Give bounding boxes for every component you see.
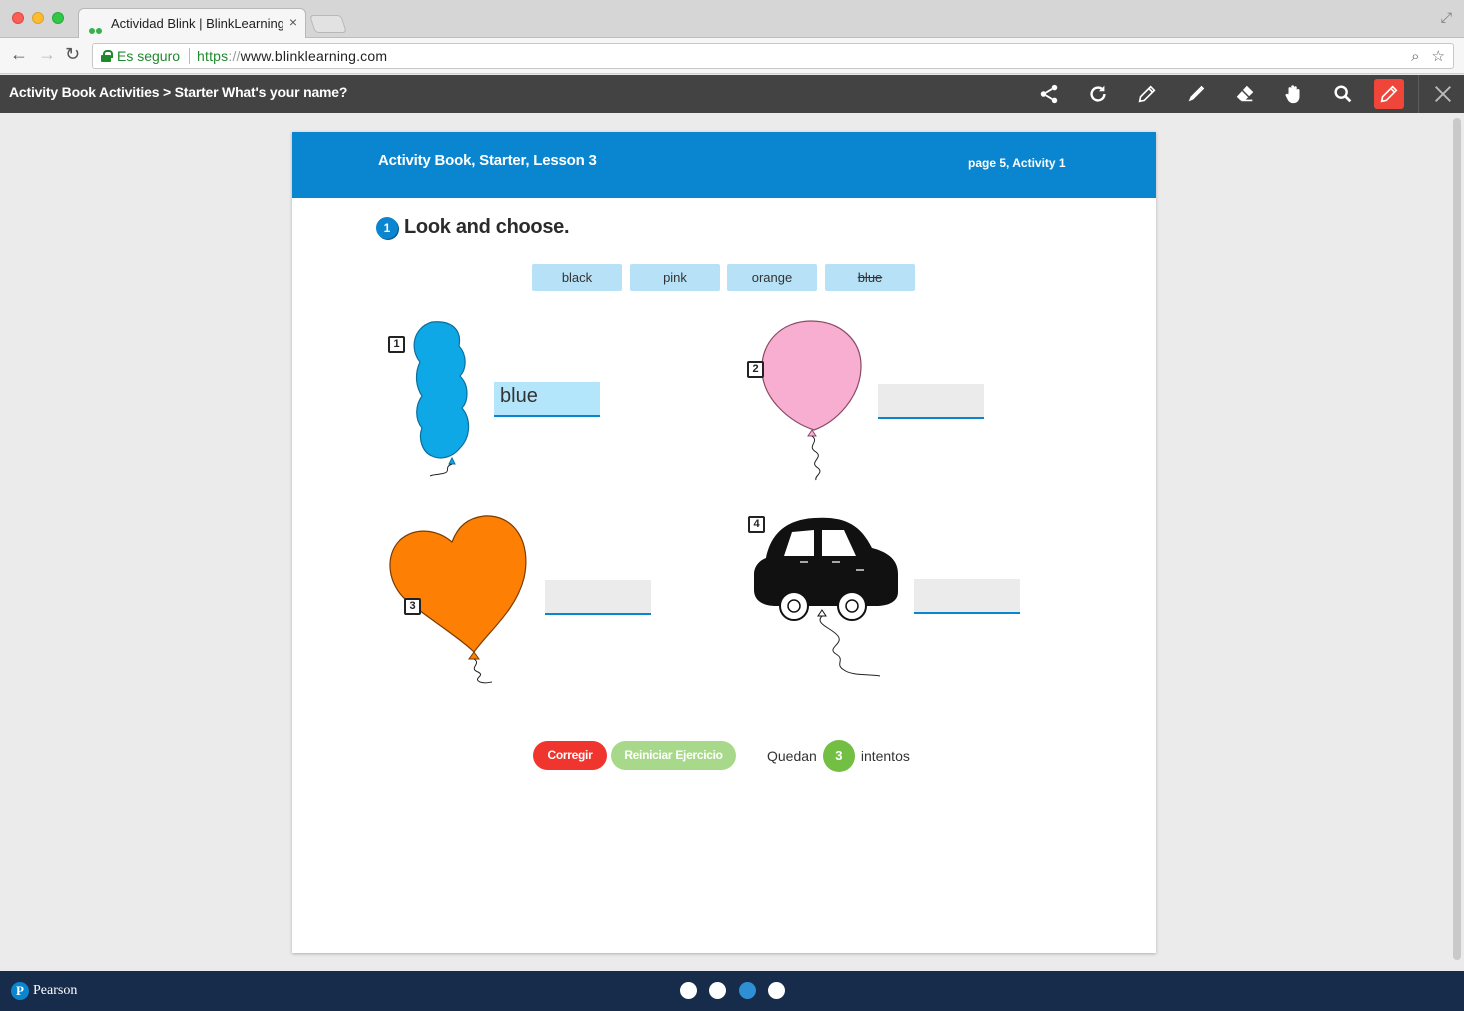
window-minimize-button[interactable]	[32, 12, 44, 24]
edit-icon[interactable]	[1374, 79, 1404, 109]
page-banner: Activity Book, Starter, Lesson 3 page 5,…	[292, 132, 1156, 198]
pearson-logo-icon: P	[11, 982, 29, 1000]
browser-titlebar: Actividad Blink | BlinkLearning × ⤢	[0, 0, 1464, 39]
browser-tab[interactable]: Actividad Blink | BlinkLearning ×	[78, 8, 306, 39]
attempts-prefix: Quedan	[767, 748, 817, 764]
close-icon[interactable]	[1430, 82, 1456, 106]
page-dot-1[interactable]	[680, 982, 697, 999]
share-icon[interactable]	[1036, 82, 1062, 106]
answer-field-3[interactable]	[545, 580, 651, 615]
eraser-icon[interactable]	[1232, 82, 1258, 106]
page-dot-4[interactable]	[768, 982, 785, 999]
answer-field-2[interactable]	[878, 384, 984, 419]
fullscreen-icon[interactable]: ⤢	[1441, 9, 1452, 26]
banner-title: Activity Book, Starter, Lesson 3	[378, 152, 597, 169]
zoom-icon[interactable]: ⌕	[1411, 48, 1419, 65]
forward-icon[interactable]: →	[38, 44, 56, 65]
footer: P Pearson	[0, 971, 1464, 1011]
attempts-remaining: Quedan 3 intentos	[767, 740, 910, 772]
reload-icon[interactable]: ↻	[65, 44, 80, 65]
instruction-text: Look and choose.	[404, 216, 570, 238]
header-divider	[1418, 75, 1419, 113]
word-chip-black[interactable]: black	[532, 264, 622, 291]
bookmark-star-icon[interactable]: ☆	[1432, 48, 1445, 65]
item-number-3: 3	[404, 598, 421, 615]
answer-field-4[interactable]	[914, 579, 1020, 614]
url-text[interactable]: https://www.blinklearning.com	[197, 48, 387, 64]
attempts-suffix: intentos	[860, 748, 910, 764]
new-tab-button[interactable]	[309, 15, 347, 33]
banner-page-ref: page 5, Activity 1	[968, 156, 1066, 170]
instruction-number: 1	[376, 217, 398, 239]
check-button[interactable]: Corregir	[533, 741, 607, 770]
activity-page: Activity Book, Starter, Lesson 3 page 5,…	[292, 132, 1156, 953]
lock-icon	[101, 50, 113, 62]
tab-title: Actividad Blink | BlinkLearning	[111, 16, 283, 31]
secure-label: Es seguro	[117, 48, 181, 64]
refresh-icon[interactable]	[1085, 82, 1111, 106]
marker-icon[interactable]	[1183, 82, 1209, 106]
browser-toolbar: ← → ↻ Es seguro https://www.blinklearnin…	[0, 38, 1464, 74]
black-car-balloon-picture	[754, 517, 898, 677]
word-chip-pink[interactable]: pink	[630, 264, 720, 291]
item-number-1: 1	[388, 336, 405, 353]
page-dot-2[interactable]	[709, 982, 726, 999]
omnibox-divider	[189, 48, 190, 64]
answer-field-1[interactable]: blue	[494, 382, 600, 417]
attempts-count-badge: 3	[822, 740, 855, 772]
item-number-2: 2	[747, 361, 764, 378]
hand-icon[interactable]	[1281, 82, 1307, 106]
breadcrumb[interactable]: Activity Book Activities > Starter What'…	[9, 84, 347, 100]
scrollbar[interactable]	[1453, 118, 1461, 960]
word-chip-orange[interactable]: orange	[727, 264, 817, 291]
window-close-button[interactable]	[12, 12, 24, 24]
favicon-icon	[89, 21, 103, 34]
search-icon[interactable]	[1330, 82, 1356, 106]
pink-balloon-picture	[761, 320, 862, 481]
page-dot-3[interactable]	[739, 982, 756, 999]
word-chip-blue[interactable]: blue	[825, 264, 915, 291]
blue-balloon-picture	[413, 321, 470, 477]
app-header: Activity Book Activities > Starter What'…	[0, 75, 1464, 113]
item-number-4: 4	[748, 516, 765, 533]
address-bar[interactable]: Es seguro https://www.blinklearning.com …	[92, 43, 1454, 69]
reset-exercise-button[interactable]: Reiniciar Ejercicio	[611, 741, 736, 770]
pencil-icon[interactable]	[1134, 82, 1160, 106]
back-icon[interactable]: ←	[10, 44, 28, 65]
pearson-brand: Pearson	[33, 983, 78, 998]
window-zoom-button[interactable]	[52, 12, 64, 24]
tab-close-icon[interactable]: ×	[289, 14, 297, 30]
